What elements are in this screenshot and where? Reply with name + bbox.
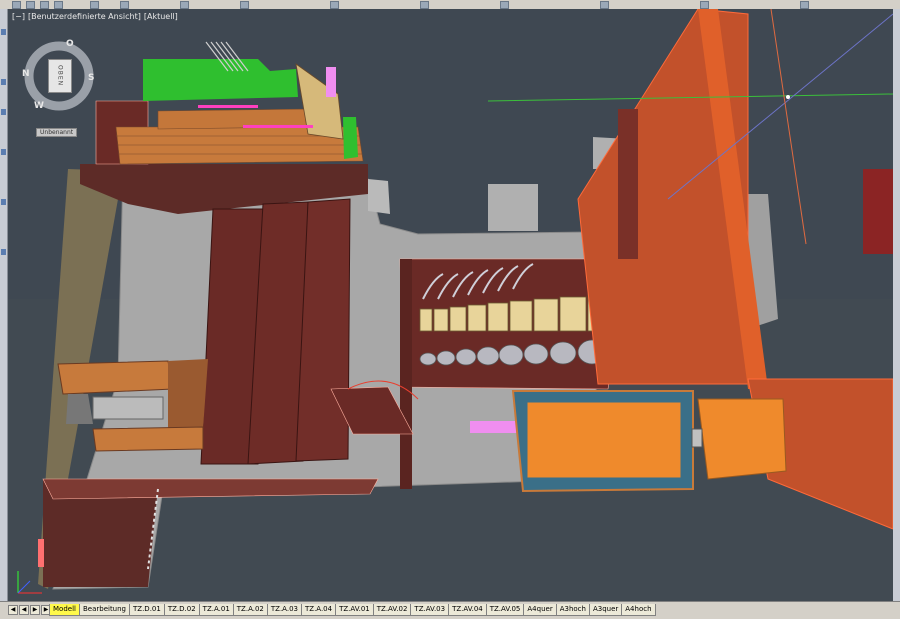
layout-tab[interactable]: TZ.AV.05 bbox=[485, 604, 525, 616]
layout-tabs: Modell Bearbeitung TZ.D.01 TZ.D.02 TZ.A.01 TZ… bbox=[49, 604, 656, 616]
layout-tab[interactable]: TZ.A.01 bbox=[198, 604, 234, 616]
right-tool-palette bbox=[892, 9, 900, 601]
viewport-menu-control[interactable]: [−] bbox=[12, 12, 25, 21]
layout-tab[interactable]: TZ.AV.01 bbox=[335, 604, 374, 616]
tool-icon[interactable] bbox=[600, 1, 609, 9]
layout-tab-bar: ◀ ◀ ▶ ▶ Modell Bearbeitung TZ.D.01 TZ.D.02 T… bbox=[0, 601, 900, 619]
tool-icon[interactable] bbox=[90, 1, 99, 9]
palette-icon[interactable] bbox=[1, 149, 6, 155]
layout-tab[interactable]: A4hoch bbox=[621, 604, 656, 616]
pink-marker bbox=[326, 67, 336, 97]
tool-icon[interactable] bbox=[330, 1, 339, 9]
layout-tab[interactable]: A3quer bbox=[588, 604, 623, 616]
concrete-block bbox=[368, 179, 390, 214]
layout-tab[interactable]: TZ.AV.04 bbox=[448, 604, 487, 616]
console-keys bbox=[92, 396, 164, 420]
pink-marker bbox=[470, 421, 518, 433]
compass-east-label[interactable]: O bbox=[66, 39, 74, 49]
prev-tab-arrow-icon[interactable]: ◀ bbox=[19, 605, 29, 615]
model-viewport[interactable]: [−] [Benutzerdefinierte Ansicht] [Aktuell]… bbox=[8, 9, 893, 601]
tool-icon[interactable] bbox=[12, 1, 21, 9]
orange-platform bbox=[524, 399, 684, 481]
layout-tab[interactable]: Modell bbox=[49, 604, 80, 616]
left-tool-palette bbox=[0, 9, 8, 601]
console-top bbox=[57, 360, 174, 395]
layout-tab[interactable]: TZ.A.03 bbox=[266, 604, 302, 616]
compass-west-label[interactable]: W bbox=[34, 101, 44, 111]
visual-style-control[interactable]: [Aktuell] bbox=[144, 12, 178, 21]
console-bench bbox=[92, 426, 204, 452]
tool-icon[interactable] bbox=[420, 1, 429, 9]
tool-icon[interactable] bbox=[800, 1, 809, 9]
layout-tab[interactable]: A3hoch bbox=[555, 604, 590, 616]
next-tab-arrow-icon[interactable]: ▶ bbox=[30, 605, 40, 615]
tab-navigation: ◀ ◀ ▶ ▶ bbox=[8, 605, 51, 615]
pink-line bbox=[198, 105, 258, 108]
organ-post bbox=[400, 259, 412, 489]
viewport-controls-label[interactable]: [−] [Benutzerdefinierte Ansicht] [Aktuell] bbox=[12, 12, 181, 21]
layout-tab[interactable]: TZ.D.01 bbox=[129, 604, 165, 616]
layout-tab[interactable]: TZ.D.02 bbox=[163, 604, 200, 616]
tool-icon[interactable] bbox=[240, 1, 249, 9]
palette-icon[interactable] bbox=[1, 79, 6, 85]
console-side bbox=[168, 359, 208, 429]
viewcube-face-top[interactable]: OBEN bbox=[48, 59, 72, 93]
layout-tab[interactable]: TZ.AV.02 bbox=[372, 604, 412, 616]
layout-tab[interactable]: TZ.A.02 bbox=[232, 604, 268, 616]
tool-icon[interactable] bbox=[40, 1, 49, 9]
orange-box bbox=[697, 398, 787, 480]
wcs-menu[interactable]: Unbenannt bbox=[36, 128, 78, 137]
ucs-origin bbox=[786, 95, 790, 99]
tool-icon[interactable] bbox=[500, 1, 509, 9]
layout-tab[interactable]: TZ.A.04 bbox=[301, 604, 337, 616]
tool-icon[interactable] bbox=[26, 1, 35, 9]
marker-red bbox=[38, 539, 44, 567]
palette-icon[interactable] bbox=[1, 29, 6, 35]
concrete-block bbox=[488, 184, 538, 231]
palette-icon[interactable] bbox=[1, 199, 6, 205]
first-tab-arrow-icon[interactable]: ◀ bbox=[8, 605, 18, 615]
tool-icon[interactable] bbox=[120, 1, 129, 9]
pink-line bbox=[243, 125, 313, 128]
compass-south-label[interactable]: S bbox=[88, 73, 94, 83]
green-element bbox=[343, 117, 358, 159]
tool-icon[interactable] bbox=[54, 1, 63, 9]
layout-tab[interactable]: Bearbeitung bbox=[78, 604, 131, 616]
wall-pillar bbox=[618, 109, 638, 259]
tool-icon[interactable] bbox=[180, 1, 189, 9]
compass-north-label[interactable]: N bbox=[22, 69, 30, 79]
3d-model-scene[interactable] bbox=[8, 9, 893, 601]
palette-icon[interactable] bbox=[1, 109, 6, 115]
tool-icon[interactable] bbox=[700, 1, 709, 9]
viewcube[interactable]: OBEN O N S W bbox=[22, 39, 96, 113]
palette-icon[interactable] bbox=[1, 249, 6, 255]
wall-panel bbox=[863, 169, 893, 254]
layout-tab[interactable]: TZ.AV.03 bbox=[410, 604, 450, 616]
view-control[interactable]: [Benutzerdefinierte Ansicht] bbox=[28, 12, 141, 21]
layout-tab[interactable]: A4quer bbox=[523, 604, 557, 616]
connector bbox=[691, 428, 703, 448]
